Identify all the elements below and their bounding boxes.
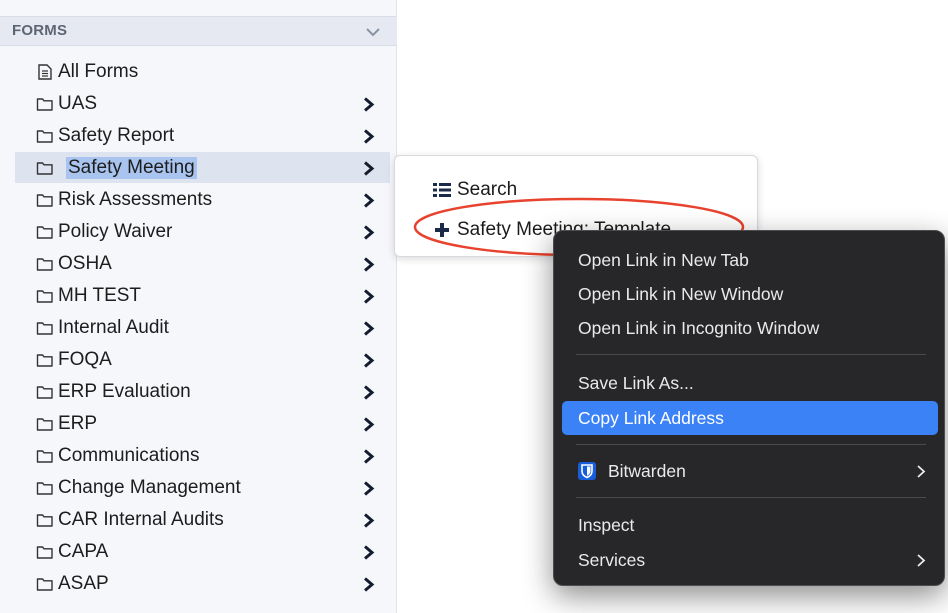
folder-icon	[36, 130, 53, 143]
menu-label: Inspect	[578, 515, 635, 535]
folder-icon	[36, 418, 53, 431]
menu-label: Open Link in New Window	[578, 284, 784, 304]
menu-label: Open Link in Incognito Window	[578, 318, 820, 338]
sidebar-form-item[interactable]: All Forms	[0, 56, 396, 88]
forms-list: All Forms UAS Safety Report Safety Meeting R…	[0, 56, 397, 600]
sidebar-form-item[interactable]: OSHA	[0, 248, 396, 280]
folder-icon	[36, 98, 53, 111]
sidebar-form-item[interactable]: MH TEST	[0, 280, 396, 312]
chevron-right-icon[interactable]	[363, 353, 375, 368]
chevron-right-icon[interactable]	[363, 289, 375, 304]
menu-label: Services	[578, 550, 646, 570]
form-item-label: Change Management	[58, 477, 241, 498]
chevron-right-icon[interactable]	[363, 577, 375, 592]
folder-icon	[36, 578, 53, 591]
menu-label: Copy Link Address	[578, 408, 724, 428]
sidebar-form-item[interactable]: Communications	[0, 440, 396, 472]
plus-icon	[435, 223, 449, 237]
form-item-label: ASAP	[58, 573, 109, 594]
chevron-right-icon[interactable]	[363, 545, 375, 560]
menu-separator	[576, 497, 926, 498]
form-item-label: FOQA	[58, 349, 112, 370]
menu-item-bitwarden[interactable]: Bitwarden	[562, 454, 938, 488]
menu-separator	[576, 354, 926, 355]
chevron-right-icon[interactable]	[363, 193, 375, 208]
folder-icon	[36, 450, 53, 463]
menu-label: Bitwarden	[608, 461, 686, 481]
sidebar-form-item[interactable]: CAR Internal Audits	[0, 504, 396, 536]
form-item-label: Communications	[58, 445, 200, 466]
folder-icon	[36, 482, 53, 495]
folder-icon	[36, 258, 53, 271]
menu-item-save-link-as[interactable]: Save Link As...	[562, 366, 938, 400]
form-item-label: MH TEST	[58, 285, 142, 306]
form-item-label: All Forms	[58, 61, 139, 82]
sidebar-form-item[interactable]: ERP Evaluation	[0, 376, 396, 408]
folder-icon	[36, 290, 53, 303]
chevron-right-icon[interactable]	[363, 513, 375, 528]
form-item-label: Safety Meeting	[66, 157, 197, 179]
menu-item-inspect[interactable]: Inspect	[562, 508, 938, 542]
form-item-label: ERP	[58, 413, 98, 434]
folder-icon	[36, 322, 53, 335]
chevron-right-icon[interactable]	[363, 481, 375, 496]
sidebar-form-item[interactable]: Safety Meeting	[0, 152, 396, 184]
submenu-search-label: Search	[457, 179, 518, 200]
menu-separator	[576, 444, 926, 445]
sidebar-form-item[interactable]: FOQA	[0, 344, 396, 376]
folder-icon	[36, 514, 53, 527]
chevron-right-icon[interactable]	[363, 257, 375, 272]
form-item-label: UAS	[58, 93, 98, 114]
sidebar-form-item[interactable]: Safety Report	[0, 120, 396, 152]
sidebar-form-item[interactable]: CAPA	[0, 536, 396, 568]
chevron-right-icon[interactable]	[363, 129, 375, 144]
menu-item-open-incognito[interactable]: Open Link in Incognito Window	[562, 311, 938, 345]
chevron-right-icon[interactable]	[363, 97, 375, 112]
form-item-label: Internal Audit	[58, 317, 169, 338]
folder-icon	[36, 162, 53, 175]
form-item-label: Risk Assessments	[58, 189, 213, 210]
list-icon	[433, 183, 451, 197]
menu-item-open-new-tab[interactable]: Open Link in New Tab	[562, 243, 938, 277]
document-icon	[38, 64, 52, 80]
folder-icon	[36, 386, 53, 399]
menu-item-open-new-window[interactable]: Open Link in New Window	[562, 277, 938, 311]
sidebar-form-item[interactable]: ASAP	[0, 568, 396, 600]
folder-icon	[36, 354, 53, 367]
menu-label: Open Link in New Tab	[578, 250, 749, 270]
chevron-right-icon[interactable]	[363, 161, 375, 176]
sidebar-form-item[interactable]: Internal Audit	[0, 312, 396, 344]
form-item-label: ERP Evaluation	[58, 381, 191, 402]
chevron-right-icon[interactable]	[363, 385, 375, 400]
form-item-label: Policy Waiver	[58, 221, 173, 242]
chevron-down-icon[interactable]	[365, 25, 381, 39]
menu-item-copy-link-address[interactable]: Copy Link Address	[562, 401, 938, 435]
chevron-right-icon[interactable]	[363, 417, 375, 432]
sidebar-form-item[interactable]: UAS	[0, 88, 396, 120]
form-item-label: OSHA	[58, 253, 112, 274]
sidebar-form-item[interactable]: Policy Waiver	[0, 216, 396, 248]
bitwarden-shield-icon	[578, 462, 596, 480]
chevron-right-icon[interactable]	[363, 321, 375, 336]
submenu-item-search[interactable]: Search	[395, 172, 759, 206]
folder-icon	[36, 194, 53, 207]
form-item-label: Safety Report	[58, 125, 175, 146]
sidebar-title: FORMS	[12, 22, 68, 39]
form-item-label: CAPA	[58, 541, 109, 562]
sidebar-form-item[interactable]: ERP	[0, 408, 396, 440]
sidebar-form-item[interactable]: Change Management	[0, 472, 396, 504]
menu-item-services[interactable]: Services	[562, 543, 938, 577]
menu-label: Save Link As...	[578, 373, 694, 393]
sidebar-header[interactable]: FORMS	[0, 16, 397, 46]
chevron-right-icon[interactable]	[363, 449, 375, 464]
context-menu: Open Link in New Tab Open Link in New Wi…	[553, 230, 945, 586]
form-item-label: CAR Internal Audits	[58, 509, 224, 530]
forms-sidebar: FORMS All Forms UAS Safety Report Safety Me…	[0, 0, 397, 613]
chevron-right-icon	[917, 554, 926, 567]
sidebar-form-item[interactable]: Risk Assessments	[0, 184, 396, 216]
folder-icon	[36, 226, 53, 239]
chevron-right-icon	[917, 465, 926, 478]
folder-icon	[36, 546, 53, 559]
chevron-right-icon[interactable]	[363, 225, 375, 240]
